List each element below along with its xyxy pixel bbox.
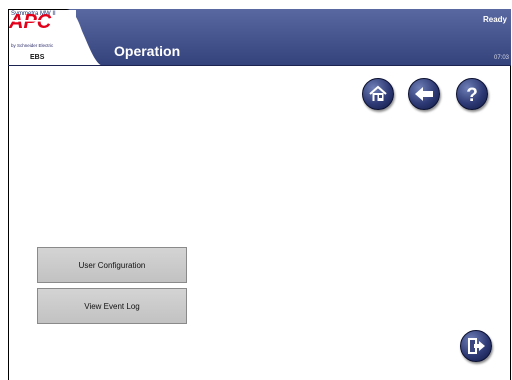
logout-door-icon <box>468 338 485 354</box>
status-text: Ready <box>482 15 507 24</box>
header-bar: Symmetra MW II APC by Schneider Electric… <box>8 9 511 66</box>
apc-logo: APC <box>9 11 59 32</box>
help-button[interactable]: ? <box>456 78 488 110</box>
back-arrow-icon <box>415 87 433 101</box>
view-event-log-button[interactable]: View Event Log <box>37 288 187 324</box>
unit-label: EBS <box>30 54 45 61</box>
svg-text:?: ? <box>466 85 478 105</box>
back-button[interactable] <box>408 78 440 110</box>
home-button[interactable] <box>362 78 394 110</box>
help-icon: ? <box>466 85 478 105</box>
brand-subtitle: by Schneider Electric <box>11 43 54 48</box>
logout-button[interactable] <box>460 330 492 362</box>
clock-time: 07:03 <box>493 55 509 61</box>
page-title: Operation <box>114 43 181 59</box>
home-icon <box>369 85 387 101</box>
header-background <box>8 9 511 66</box>
user-configuration-button[interactable]: User Configuration <box>37 247 187 283</box>
logo-area: Symmetra MW II APC by Schneider Electric… <box>9 10 76 65</box>
